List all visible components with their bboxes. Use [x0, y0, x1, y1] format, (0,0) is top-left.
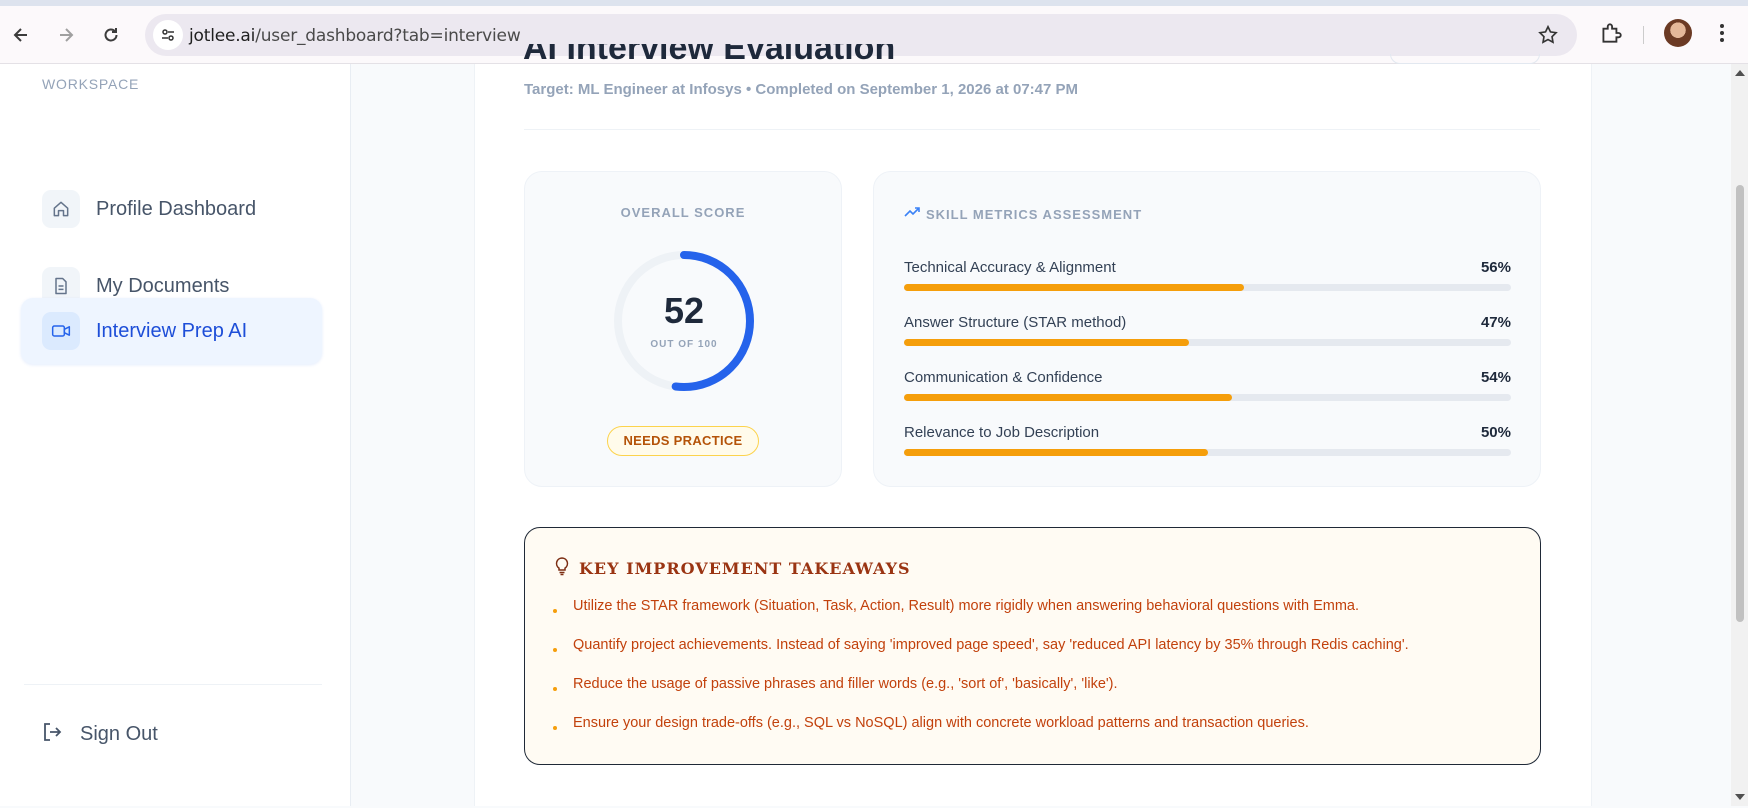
forward-icon[interactable]: [51, 20, 81, 50]
metric-value: 50%: [1480, 424, 1511, 441]
skill-metrics-title: SKILL METRICS ASSESSMENT: [926, 207, 1143, 222]
metric-name: Answer Structure (STAR method): [904, 314, 1127, 331]
metric-progress-track: [904, 339, 1511, 346]
metric-progress-fill: [904, 394, 1232, 401]
sidebar-item-label: Profile Dashboard: [96, 197, 257, 220]
metric-name: Technical Accuracy & Alignment: [904, 259, 1116, 276]
metric-progress-fill: [904, 284, 1244, 291]
takeaways-header: KEY IMPROVEMENT TAKEAWAYS: [553, 556, 911, 581]
extensions-icon[interactable]: [1598, 20, 1624, 51]
menu-kebab-icon[interactable]: [1712, 20, 1732, 51]
overall-score-panel: OVERALL SCORE 52 OUT OF 100 NEEDS PRACTI…: [524, 171, 842, 487]
takeaway-item: Quantify project achievements. Instead o…: [573, 637, 1409, 653]
takeaway-item: Ensure your design trade-offs (e.g., SQL…: [573, 715, 1309, 731]
video-icon: [42, 312, 80, 350]
page-subtitle: Target: ML Engineer at Infosys • Complet…: [524, 81, 1079, 98]
score-value: 52: [663, 290, 705, 331]
metric-progress-fill: [904, 449, 1208, 456]
bullet-dot: [553, 687, 557, 691]
bullet-dot: [553, 609, 557, 613]
site-settings-icon[interactable]: [153, 20, 183, 50]
metric-progress-track: [904, 449, 1511, 456]
metric-name: Relevance to Job Description: [904, 424, 1100, 441]
profile-avatar[interactable]: [1664, 19, 1692, 47]
trending-up-icon: [904, 205, 920, 224]
bullet-dot: [553, 726, 557, 730]
scroll-down-icon[interactable]: [1733, 790, 1747, 808]
takeaway-item: Reduce the usage of passive phrases and …: [573, 676, 1118, 692]
takeaways-title: KEY IMPROVEMENT TAKEAWAYS: [579, 559, 911, 578]
sidebar-item-label: My Documents: [96, 274, 230, 297]
metric-value: 56%: [1480, 259, 1511, 276]
sign-out-button[interactable]: Sign Out: [40, 720, 158, 749]
bookmark-star-icon[interactable]: [1537, 24, 1559, 51]
header-divider: [524, 129, 1540, 130]
scroll-up-icon[interactable]: [1733, 66, 1747, 84]
metric-progress-track: [904, 284, 1511, 291]
metric-name: Communication & Confidence: [904, 369, 1103, 386]
bullet-dot: [553, 648, 557, 652]
back-icon[interactable]: [6, 20, 36, 50]
sign-out-label: Sign Out: [80, 723, 158, 745]
key-takeaways-panel: KEY IMPROVEMENT TAKEAWAYS Utilize the ST…: [524, 527, 1541, 765]
home-icon: [42, 190, 80, 228]
metric-value: 54%: [1480, 369, 1511, 386]
metric-value: 47%: [1480, 314, 1511, 331]
sign-out-icon: [40, 720, 64, 749]
score-out-of: OUT OF 100: [650, 339, 718, 350]
overall-score-label: OVERALL SCORE: [620, 205, 746, 220]
page-title: AI Interview Evaluation: [523, 44, 896, 64]
takeaway-item: Utilize the STAR framework (Situation, T…: [573, 598, 1360, 614]
sidebar-item-profile-dashboard[interactable]: Profile Dashboard: [21, 176, 322, 242]
status-badge: NEEDS PRACTICE: [607, 426, 759, 456]
sidebar-item-interview-prep-ai[interactable]: Interview Prep AI: [21, 298, 322, 364]
sidebar-divider: [24, 684, 322, 685]
metric-row: Relevance to Job Description 50%: [904, 424, 1511, 456]
metric-row: Communication & Confidence 54%: [904, 369, 1511, 401]
lightbulb-icon: [553, 556, 571, 581]
url-text: jotlee.ai/user_dashboard?tab=interview: [189, 26, 521, 46]
metric-row: Technical Accuracy & Alignment 56%: [904, 259, 1511, 291]
toolbar-divider: [1643, 26, 1644, 44]
metric-row: Answer Structure (STAR method) 47%: [904, 314, 1511, 346]
sidebar: WORKSPACE Profile Dashboard My Documents…: [0, 64, 351, 806]
metric-progress-fill: [904, 339, 1190, 346]
scrollbar-thumb[interactable]: [1736, 185, 1744, 622]
sidebar-item-label: Interview Prep AI: [96, 319, 248, 342]
skill-metrics-panel: SKILL METRICS ASSESSMENT Technical Accur…: [873, 171, 1541, 487]
metric-progress-track: [904, 394, 1511, 401]
reload-icon[interactable]: [96, 20, 126, 50]
header-action-button[interactable]: [1390, 54, 1540, 64]
skill-metrics-header: SKILL METRICS ASSESSMENT: [904, 205, 1142, 224]
workspace-label: WORKSPACE: [42, 76, 140, 92]
